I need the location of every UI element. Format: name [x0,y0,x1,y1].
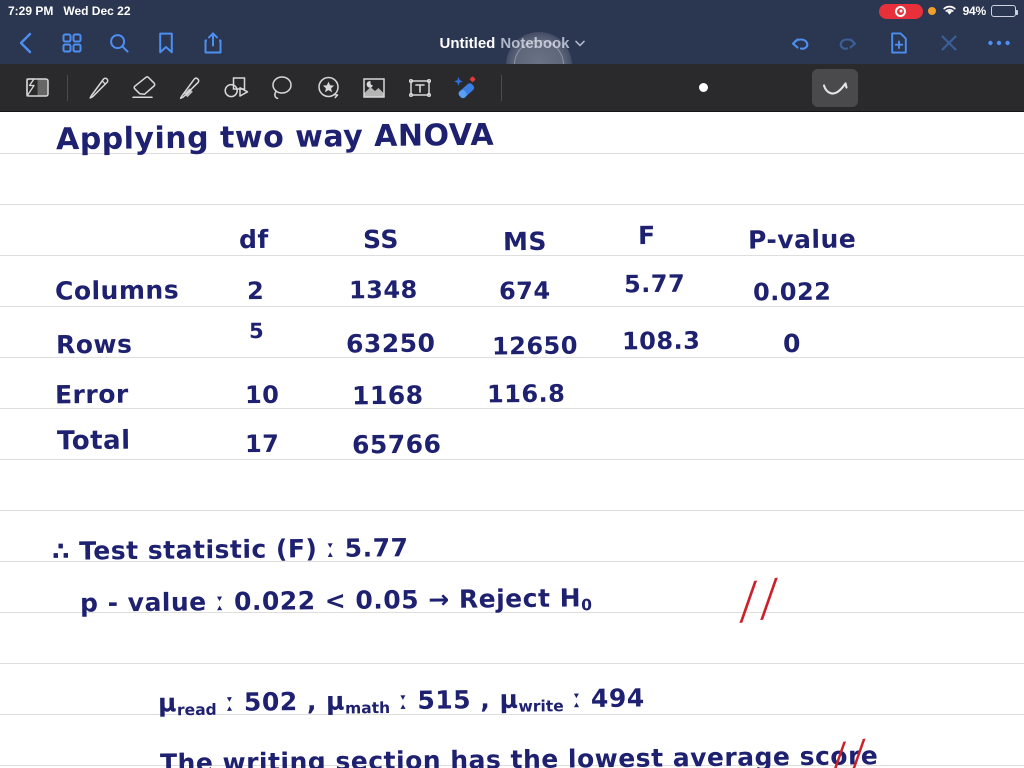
page-rule-line [0,306,1024,307]
undo-button[interactable] [786,30,812,56]
stroke-style-button[interactable] [812,68,858,107]
page-layout-tool[interactable] [14,69,60,107]
table-row-label: Columns [54,275,180,306]
mu-math-label: μ [325,686,346,716]
status-bar: 7:29 PM Wed Dec 22 94% [0,0,1024,22]
table-cell-ms: 12650 [491,331,579,361]
thumbnails-button[interactable] [59,30,85,56]
table-cell-f: 108.3 [621,326,701,356]
sticker-tool[interactable] [305,69,351,107]
page-rule-line [0,204,1024,205]
highlighter-tool[interactable] [167,69,213,107]
battery-percent: 94% [962,4,987,18]
table-cell-df: 2 [246,276,265,306]
mu-write-subscript: write [518,697,564,716]
orange-privacy-dot-icon [927,7,936,15]
table-header-p-value: P-value [747,224,857,255]
back-button[interactable] [12,30,38,56]
table-row-label: Rows [55,329,133,360]
mu-write-value: ː 494 [572,683,645,714]
table-header-df: df [238,224,269,255]
mu-math-subscript: math [344,698,391,718]
nav-right-group [786,30,1012,56]
nav-left-group [12,30,226,56]
red-check-mark: ╱╱ [825,738,870,768]
h-null-subscript: 0 [581,596,593,615]
search-button[interactable] [106,30,132,56]
lasso-tool[interactable] [259,69,305,107]
table-cell-f: 5.77 [623,269,686,299]
note-heading: Applying two way ANOVA [55,117,495,158]
text-box-tool[interactable] [397,69,443,107]
red-check-mark: ╱╱ [735,578,783,624]
table-cell-df: 5 [248,318,265,344]
conclusion-p-value-text: p - value ː 0.022 < 0.05 → Reject H [79,583,582,618]
record-icon [878,3,923,19]
eraser-tool[interactable] [121,69,167,107]
page-rule-line [0,663,1024,664]
table-cell-p: 0 [782,328,802,359]
means-comma-1: , [306,686,318,716]
mu-read-subscript: read [176,700,217,720]
table-header-ms: MS [502,226,548,257]
magic-eraser-tool[interactable] [443,69,489,107]
table-header-f: F [637,220,656,251]
conclusion-test-statistic: ∴ Test statistic (F) ː 5.77 [51,533,409,566]
toolbar-divider-2 [501,74,502,101]
mu-write-label: μ [499,684,519,714]
mu-read-label: μ [157,688,178,718]
document-title-sub: Notebook [500,34,570,52]
image-tool[interactable] [351,69,397,107]
document-title-main: Untitled [439,34,496,52]
ipad-notability-screen: 7:29 PM Wed Dec 22 94% Untitled Notebook… [0,0,1024,768]
pen-tool[interactable] [75,69,121,107]
table-cell-ss: 65766 [351,429,442,460]
means-comma-2: , [480,685,491,715]
wifi-icon [941,3,958,19]
table-header-ss: SS [362,224,400,255]
table-cell-ms: 674 [498,276,551,306]
chevron-down-icon [574,39,585,50]
status-bar-left: 7:29 PM Wed Dec 22 [8,4,131,18]
table-row-label: Error [54,379,129,410]
share-button[interactable] [200,30,226,56]
table-cell-df: 17 [244,429,280,459]
tool-bar [0,64,1024,112]
notebook-page[interactable]: Applying two way ANOVA df SS MS F P-valu… [0,113,1024,768]
final-conclusion-line: The writing section has the lowest avera… [159,741,879,768]
color-swatch-button[interactable] [680,69,726,107]
table-cell-ss: 1348 [348,275,418,305]
shapes-tool[interactable] [213,69,259,107]
toolbar-divider [67,74,68,101]
table-cell-ss: 63250 [345,328,436,359]
new-page-button[interactable] [886,30,912,56]
conclusion-p-value: p - value ː 0.022 < 0.05 → Reject H0 [80,583,592,619]
redo-button[interactable] [836,30,862,56]
table-cell-p: 0.022 [752,277,832,307]
navigation-bar: Untitled Notebook [0,22,1024,98]
status-date: Wed Dec 22 [63,4,131,18]
table-row-label: Total [56,425,131,457]
document-title[interactable]: Untitled Notebook [440,35,585,52]
status-bar-right: 94% [878,3,1018,19]
more-button[interactable] [986,30,1012,56]
page-rule-line [0,510,1024,511]
table-cell-ss: 1168 [351,380,424,411]
close-button[interactable] [936,30,962,56]
battery-icon [991,5,1018,17]
table-cell-ms: 116.8 [486,379,566,409]
page-rule-line [0,459,1024,460]
means-line: μread ː 502 , μmath ː 515 , μwrite ː 494 [158,683,645,719]
color-swatch [698,83,708,92]
table-cell-df: 10 [244,380,280,410]
bookmark-button[interactable] [153,30,179,56]
status-time: 7:29 PM [8,4,54,18]
mu-math-value: ː 515 [399,685,472,716]
mu-read-value: ː 502 [225,687,298,717]
